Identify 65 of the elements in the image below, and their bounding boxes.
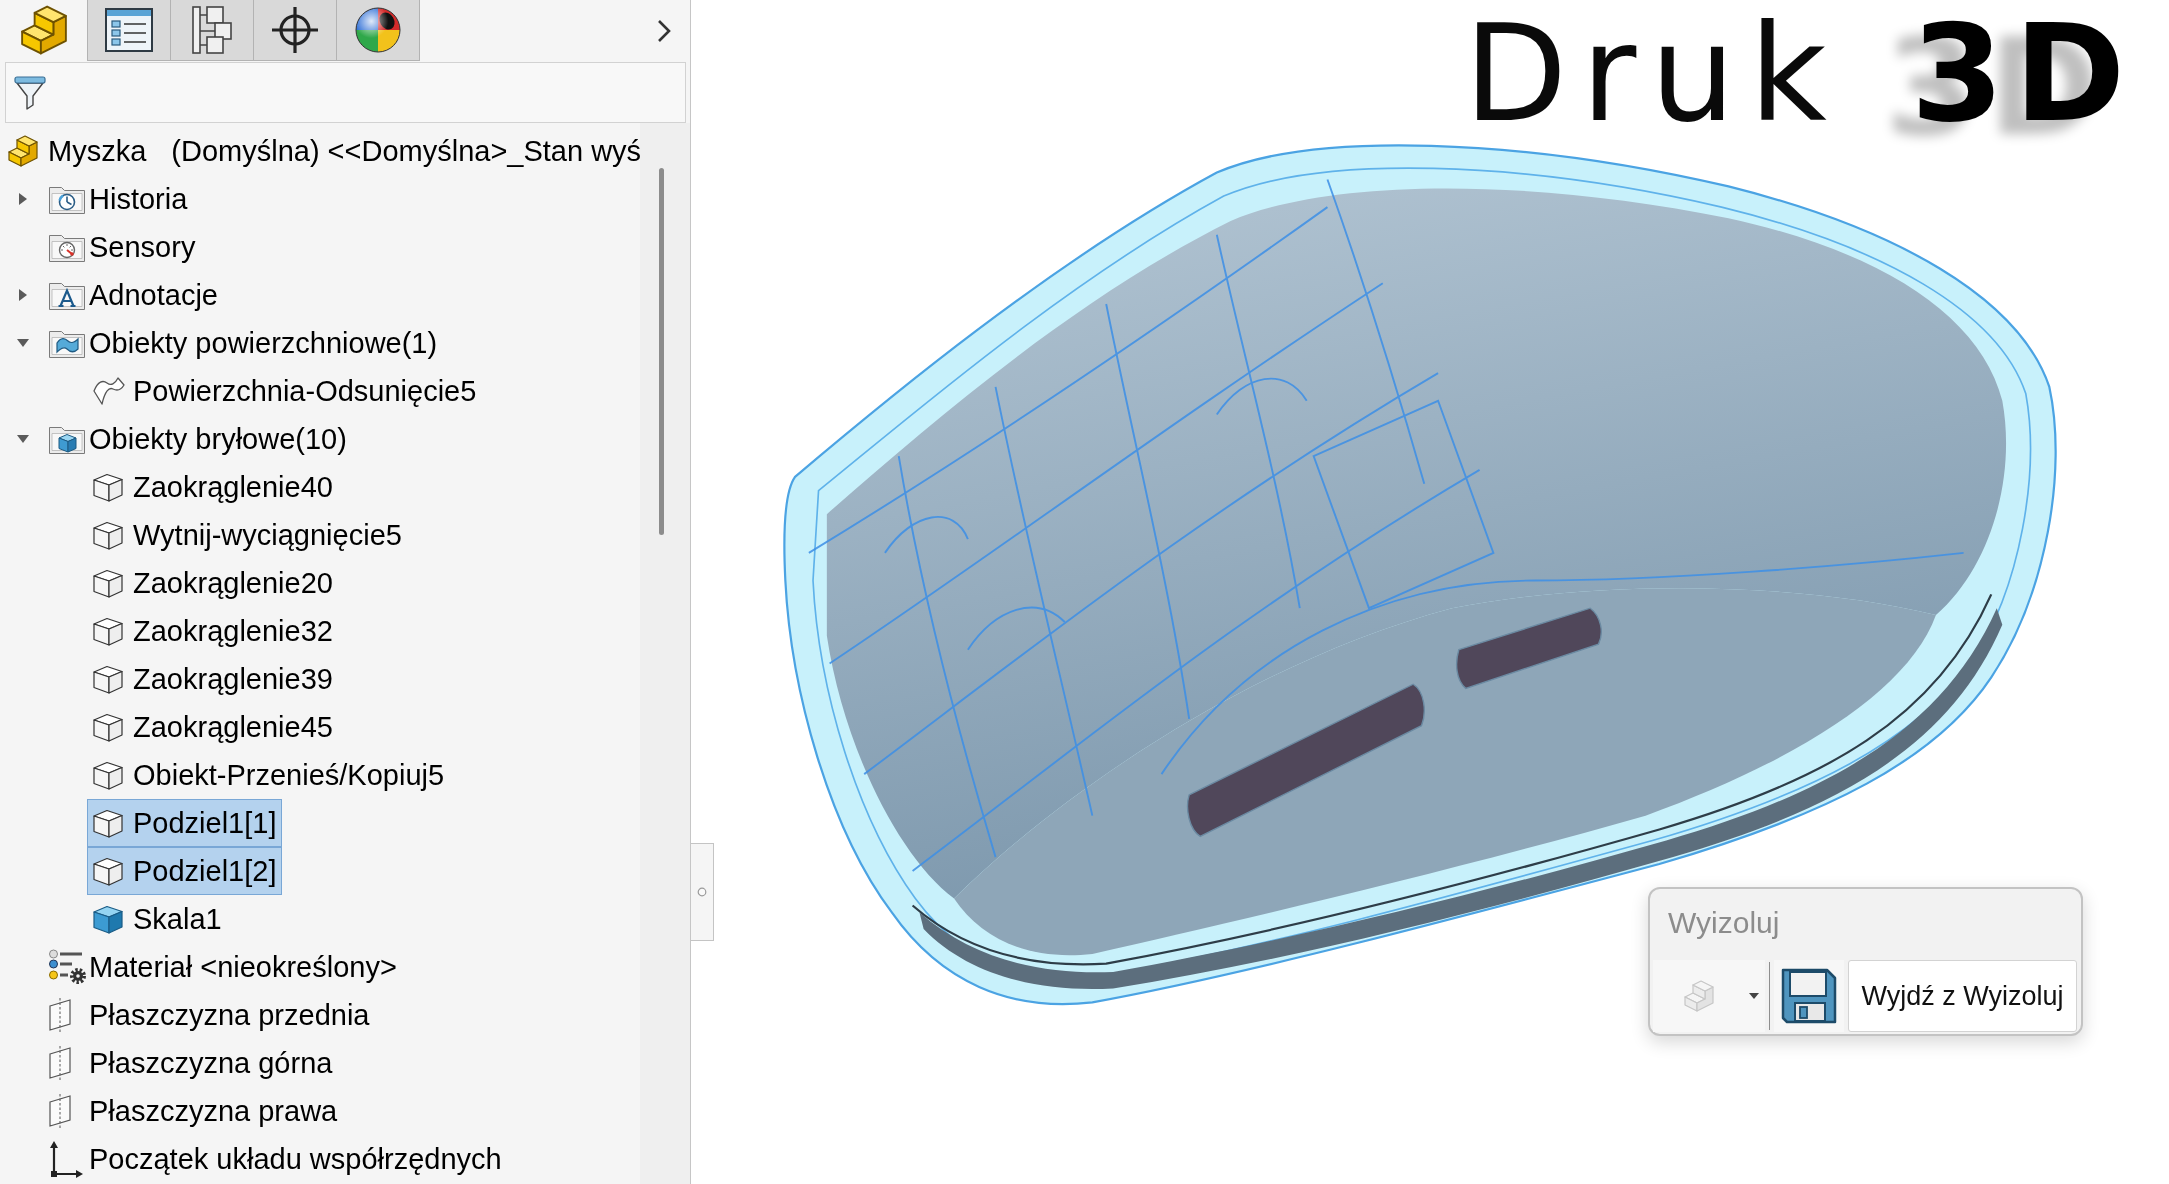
tree-item[interactable]: Podziel1[1] [87, 799, 282, 847]
tree-item[interactable]: Obiekty powierzchniowe(1) [43, 319, 443, 367]
cube-icon [92, 519, 124, 551]
block-icon [1683, 980, 1715, 1012]
tree-item[interactable]: Skala1 [87, 895, 227, 943]
cube-icon [92, 663, 124, 695]
sphere-icon [354, 6, 402, 54]
popup-title: Wyizoluj [1667, 905, 1780, 941]
tree-item[interactable]: Zaokrąglenie20 [87, 559, 338, 607]
list-gear-icon [48, 949, 88, 985]
cube-icon [92, 855, 124, 887]
cube-icon [92, 807, 124, 839]
list-icon [104, 7, 154, 53]
tree-item[interactable]: Płaszczyzna przednia [43, 991, 375, 1039]
caret-icon[interactable] [15, 434, 30, 444]
cube-icon [92, 711, 124, 743]
axes-icon [48, 1140, 84, 1178]
plane-icon [48, 1045, 72, 1081]
logo-text: Druk [1464, 14, 1841, 135]
tree-item[interactable]: Początek układu współrzędnych [43, 1135, 507, 1183]
caret-icon [1749, 993, 1759, 999]
block-icon [19, 5, 69, 55]
tree-item[interactable]: Obiekt-Przenieś/Kopiuj5 [87, 751, 450, 799]
tree-item[interactable]: Zaokrąglenie32 [87, 607, 338, 655]
cube-icon [92, 471, 124, 503]
panel-collapse-handle[interactable] [691, 843, 714, 941]
tree-item[interactable]: Płaszczyzna prawa [43, 1087, 343, 1135]
tab[interactable] [87, 0, 171, 61]
tree-item[interactable]: Historia [43, 175, 193, 223]
caret-icon[interactable] [17, 192, 28, 206]
block-icon [7, 135, 39, 167]
tree-item[interactable]: Podziel1[2] [87, 847, 282, 895]
caret-icon[interactable] [17, 288, 28, 302]
tab[interactable] [253, 0, 337, 61]
tree-item[interactable]: Obiekty bryłowe(10) [43, 415, 352, 463]
surface-icon [92, 376, 126, 406]
save-button[interactable] [1774, 960, 1844, 1032]
tree-item[interactable]: Materiał <nieokreślony> [43, 943, 402, 991]
scrollbar-thumb[interactable] [659, 168, 664, 535]
tab[interactable] [170, 0, 254, 61]
logo-bold-text: 3D [1910, 14, 2136, 135]
tree-item[interactable]: Wytnij-wyciągnięcie5 [87, 511, 407, 559]
tree-item[interactable]: Myszka [2, 127, 152, 175]
configuration-label: (Domyślna) <<Domyślna>_Stan wyś [171, 134, 640, 168]
caret-icon[interactable] [15, 338, 30, 348]
plane-icon [48, 997, 72, 1033]
exit-button[interactable]: Wyjdź z Wyizoluj [1848, 960, 2077, 1032]
tree-item[interactable]: Sensory [43, 223, 201, 271]
tree-item[interactable]: Zaokrąglenie39 [87, 655, 338, 703]
tree-item[interactable]: Zaokrąglenie40 [87, 463, 338, 511]
tree-item[interactable]: Płaszczyzna górna [43, 1039, 338, 1087]
cube-icon [92, 903, 124, 935]
chevron-right-icon[interactable] [656, 17, 672, 44]
cube-icon [92, 759, 124, 791]
grip-dot-icon [697, 887, 707, 897]
filter-icon[interactable] [13, 73, 47, 112]
crosshair-icon [271, 6, 319, 54]
tree-item[interactable]: Powierzchnia-Odsunięcie5 [87, 367, 482, 415]
hierarchy-icon [191, 5, 233, 55]
cube-icon [92, 567, 124, 599]
tab[interactable] [336, 0, 420, 61]
cube-icon [92, 615, 124, 647]
tree-item[interactable]: Adnotacje [43, 271, 223, 319]
plane-icon [48, 1093, 72, 1129]
tree-item[interactable]: Zaokrąglenie45 [87, 703, 338, 751]
